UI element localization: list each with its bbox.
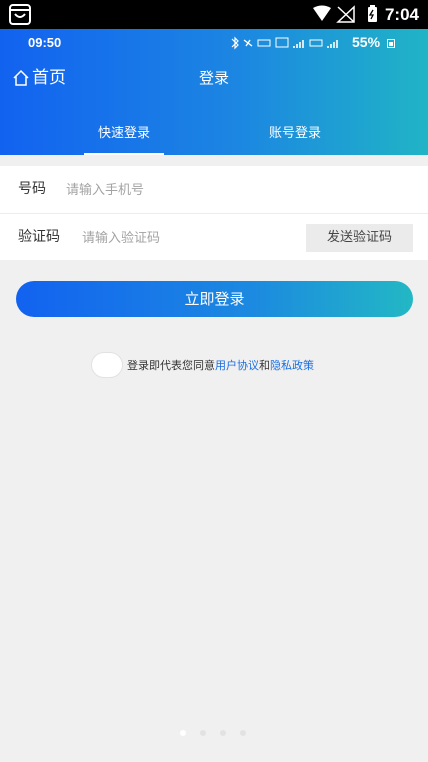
page-dot xyxy=(220,730,226,736)
page-dot xyxy=(180,730,186,736)
code-row: 验证码 发送验证码 xyxy=(0,213,428,260)
page-dot xyxy=(200,730,206,736)
status-indicators-icon xyxy=(231,36,338,50)
battery-icon xyxy=(387,39,395,48)
system-clock: 7:04 xyxy=(384,5,419,24)
privacy-policy-link[interactable]: 隐私政策 xyxy=(270,359,314,372)
login-tabs: 快速登录 账号登录 xyxy=(0,121,428,155)
code-label: 验证码 xyxy=(18,229,60,245)
login-screen: 7:04 09:50 55% 首页 登录 快速登录 账号登录 号码 请输入手机号… xyxy=(0,0,428,762)
header: 09:50 55% 首页 登录 快速登录 账号登录 xyxy=(0,29,428,155)
phone-input[interactable] xyxy=(66,177,366,203)
app-status-bar: 09:50 55% xyxy=(0,29,428,57)
agreement-checkbox[interactable] xyxy=(91,352,123,378)
phone-label: 号码 xyxy=(18,181,46,197)
page-indicator xyxy=(178,730,248,738)
user-agreement-link[interactable]: 用户协议 xyxy=(215,359,259,372)
tab-quick-login[interactable]: 快速登录 xyxy=(84,121,164,155)
shopping-bag-icon xyxy=(9,4,31,25)
send-code-button[interactable]: 发送验证码 xyxy=(306,224,413,252)
tab-account-login[interactable]: 账号登录 xyxy=(255,121,335,155)
agreement-and: 和 xyxy=(259,359,270,372)
battery-percentage: 55% xyxy=(352,34,381,50)
agreement-text: 登录即代表您同意用户协议和隐私政策 xyxy=(127,357,314,373)
system-status-bar: 7:04 xyxy=(0,0,428,29)
agreement-prefix: 登录即代表您同意 xyxy=(127,359,215,372)
agreement-row: 登录即代表您同意用户协议和隐私政策 xyxy=(91,352,314,378)
phone-row: 号码 xyxy=(0,166,428,213)
page-dot xyxy=(240,730,246,736)
page-title: 登录 xyxy=(0,67,428,89)
login-button[interactable]: 立即登录 xyxy=(16,281,413,317)
page-title-text: 登录 xyxy=(198,69,229,87)
code-input[interactable] xyxy=(82,225,282,251)
wifi-signal-battery-icons xyxy=(313,5,377,23)
app-status-time: 09:50 xyxy=(28,35,62,50)
